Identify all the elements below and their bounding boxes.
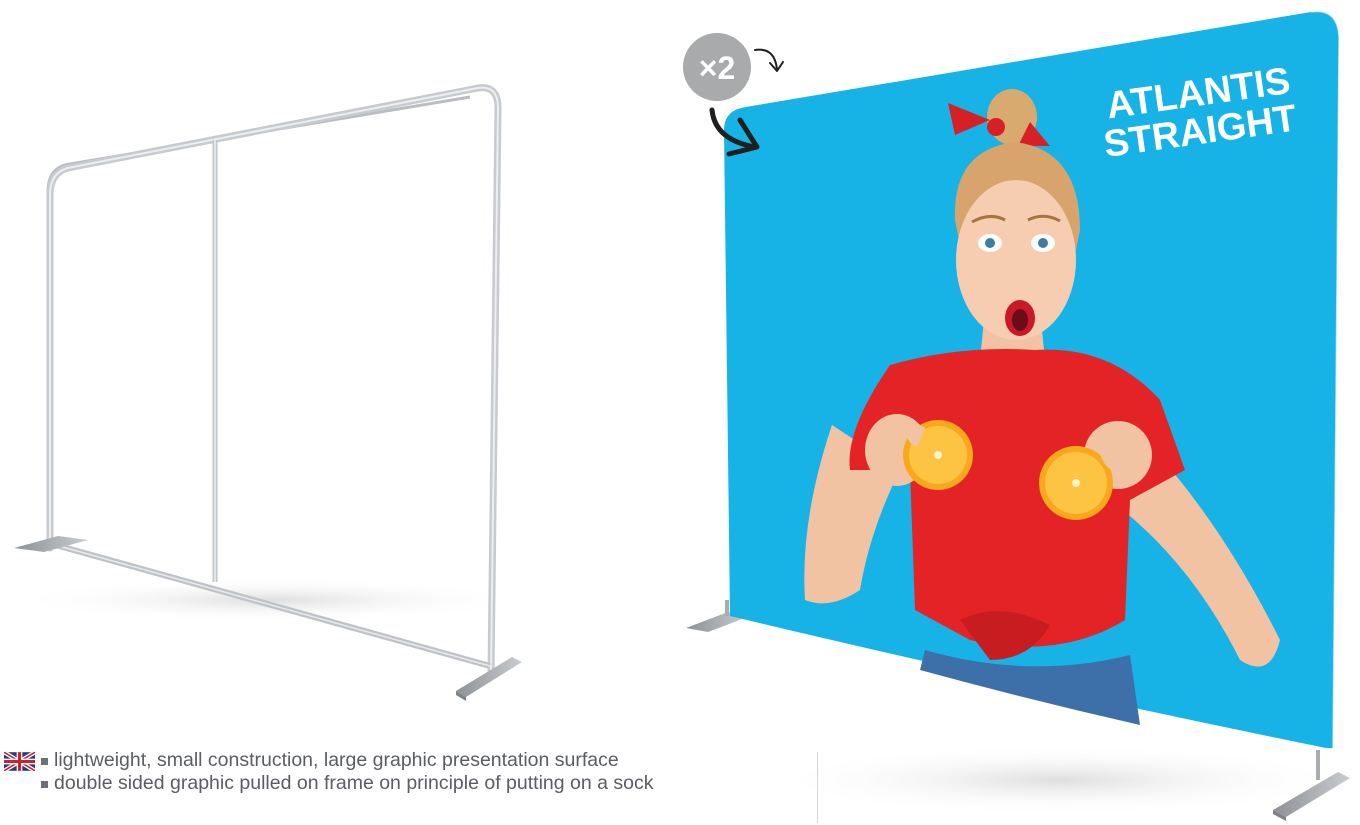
uk-flag-icon (4, 752, 35, 771)
feature-text: lightweight, small construction, large g… (54, 749, 619, 771)
multiplier-badge-icon: ×2 (683, 33, 751, 101)
feature-item: lightweight, small construction, large g… (41, 749, 801, 772)
multiplier-badge-text: ×2 (699, 50, 735, 86)
bullet-square-icon (41, 758, 48, 765)
bullet-square-icon (41, 781, 48, 788)
feature-list: lightweight, small construction, large g… (41, 749, 801, 795)
bare-frame (10, 84, 530, 701)
printed-stand: ATLANTIS STRAIGHT (686, 10, 1350, 821)
feature-item: double sided graphic pulled on frame on … (41, 772, 801, 795)
feature-text: double sided graphic pulled on frame on … (54, 772, 654, 794)
vertical-divider (817, 752, 818, 823)
product-illustration: ATLANTIS STRAIGHT ×2 (10, 10, 1350, 821)
